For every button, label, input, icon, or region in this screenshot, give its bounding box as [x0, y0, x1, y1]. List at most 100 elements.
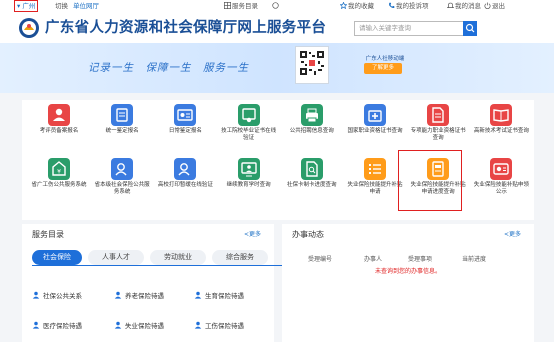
user-icon	[194, 291, 202, 299]
service-link-label: 生育保险待遇	[205, 292, 244, 300]
service-label: 统一鉴定报名	[105, 128, 139, 134]
service-link-label: 养老保险待遇	[125, 292, 164, 300]
service-tile[interactable]: 高新技术考试证书查询	[470, 104, 532, 135]
medical-box-icon	[364, 104, 386, 126]
service-label: 技工院校毕业证书在线验证	[221, 128, 277, 141]
grid-icon	[224, 2, 231, 9]
service-tile[interactable]: ¥ 省广工伤公共服务系统	[28, 158, 90, 189]
column-header: 当前进度	[462, 256, 487, 263]
learn-more-button[interactable]: 了解更多	[364, 63, 402, 74]
tab-personnel[interactable]: 人事人才	[88, 250, 144, 265]
city-selector[interactable]: ▾ 广州	[14, 0, 39, 12]
tab-social-insurance[interactable]: 社会保险	[32, 250, 82, 265]
affairs-title: 办事动态	[292, 230, 324, 239]
service-link[interactable]: 医疗保险待遇	[32, 320, 82, 330]
service-label: 失业保险技能补贴申领公示	[473, 182, 529, 195]
more-label: 更多	[509, 231, 522, 238]
service-tile[interactable]: 日常鉴定报名	[154, 104, 216, 135]
service-label: 日常鉴定报名	[168, 128, 202, 134]
document-icon	[427, 104, 450, 126]
file-search-icon	[300, 158, 323, 180]
service-link[interactable]: 失业保险待遇	[114, 320, 164, 330]
id-card-icon	[174, 104, 197, 126]
service-dir-more-link[interactable]: <更多	[244, 229, 261, 238]
service-label: 高校打印暂缓在线验证	[157, 182, 213, 188]
search-icon	[465, 23, 475, 33]
banner: 记录一生 保障一生 服务一生 广东人社移动端 了解更多	[0, 43, 554, 93]
service-tile[interactable]: 专项能力职业资格证书查询	[407, 104, 469, 142]
service-link[interactable]: 养老保险待遇	[114, 290, 164, 300]
user-icon	[32, 321, 40, 329]
more-label: 更多	[249, 231, 262, 238]
user-icon[interactable]	[272, 0, 280, 13]
user-search-icon	[111, 158, 134, 180]
tab-employment[interactable]: 劳动就业	[150, 250, 206, 265]
empty-message: 未查询到您的办事信息。	[374, 268, 441, 275]
messages-link[interactable]: 我的消息	[446, 0, 481, 13]
service-directory-title: 服务目录	[32, 230, 64, 239]
tab-divider	[32, 265, 284, 266]
service-tile[interactable]: 失业保险技能提升补贴申请	[344, 158, 406, 196]
service-dir-label: 服务目录	[232, 2, 258, 10]
site-title: 广东省人力资源和社会保障厅网上服务平台	[45, 20, 327, 36]
star-icon	[339, 1, 348, 10]
service-tile[interactable]: 省本级社会保险公共服务系统	[91, 158, 153, 196]
favorites-link[interactable]: 我的收藏	[339, 0, 374, 13]
logout-label: 退出	[492, 2, 505, 10]
service-label: 公共招聘信息查询	[289, 128, 334, 134]
service-tile[interactable]: 统一鉴定报名	[91, 104, 153, 135]
service-label: 社保卡制卡进度查询	[287, 182, 337, 188]
service-label: 高新技术考试证书查询	[473, 128, 529, 134]
user-icon	[194, 321, 202, 329]
service-dir-link[interactable]: 服务目录	[224, 0, 258, 13]
power-icon	[484, 2, 491, 9]
service-tile[interactable]: 高校打印暂缓在线验证	[154, 158, 216, 189]
service-label: 国家职业资格证书查询	[347, 128, 403, 134]
favorites-label: 我的收藏	[348, 2, 374, 10]
my-report-link[interactable]: 我的投诉项	[388, 0, 429, 13]
service-link-label: 失业保险待遇	[125, 322, 164, 330]
monitor-user-icon	[237, 158, 260, 180]
service-label: 省本级社会保险公共服务系统	[94, 182, 150, 195]
service-tile[interactable]: 失业保险技能补贴申领公示	[470, 158, 532, 196]
service-tile[interactable]: 继续教育学时查询	[218, 158, 280, 189]
printer-icon	[300, 104, 323, 126]
messages-label: 我的消息	[455, 2, 481, 10]
search-input[interactable]: 请输入关键字查询	[354, 21, 464, 36]
edit-icon	[111, 104, 134, 126]
service-link[interactable]: 生育保险待遇	[194, 290, 244, 300]
service-label: 省广工伤公共服务系统	[31, 182, 87, 188]
svg-text:¥: ¥	[57, 169, 61, 176]
my-report-label: 我的投诉项	[396, 2, 429, 10]
site-logo-icon[interactable]	[18, 17, 40, 39]
tab-general[interactable]: 综合服务	[212, 250, 268, 265]
logout-link[interactable]: 退出	[484, 0, 505, 13]
service-tile[interactable]: 公共招聘信息查询	[281, 104, 343, 135]
location-icon: ▾	[17, 2, 21, 10]
service-tile[interactable]: 国家职业资格证书查询	[344, 104, 406, 135]
service-label: 继续教育学时查询	[226, 182, 271, 188]
service-tile[interactable]: 社保卡制卡进度查询	[281, 158, 343, 189]
column-header: 受理编号	[308, 256, 333, 263]
service-label: 专项能力职业资格证书查询	[410, 128, 466, 141]
service-label: 失业保险技能提升补贴申请	[347, 182, 403, 195]
user-icon	[114, 291, 122, 299]
service-link-label: 医疗保险待遇	[43, 322, 82, 330]
qr-code	[295, 46, 329, 84]
switch-link[interactable]: 切换	[55, 0, 68, 13]
search-button[interactable]	[463, 21, 477, 36]
service-link-label: 工伤保险待遇	[205, 322, 244, 330]
qr-label: 广东人社移动端	[365, 56, 405, 62]
service-link[interactable]: 工伤保险待遇	[194, 320, 244, 330]
service-tile[interactable]: 考评员备案报名	[28, 104, 90, 135]
affairs-panel: 办事动态 <更多 受理编号 办事人 受理事项 当前进度 未查询到您的办事信息。	[282, 224, 534, 342]
service-tile[interactable]: 技工院校毕业证书在线验证	[218, 104, 280, 142]
person-icon	[48, 104, 70, 126]
bell-icon	[446, 2, 455, 8]
affairs-more-link[interactable]: <更多	[504, 229, 521, 238]
unit-version-link[interactable]: 单位网厅	[73, 0, 99, 13]
service-label: 考评员备案报名	[39, 128, 79, 134]
service-link[interactable]: 社保公共关系	[32, 290, 82, 300]
service-directory-panel: 服务目录 <更多 社会保险 人事人才 劳动就业 综合服务 社保公共关系 养老保险待…	[22, 224, 284, 342]
money-icon: ¥	[48, 158, 70, 180]
